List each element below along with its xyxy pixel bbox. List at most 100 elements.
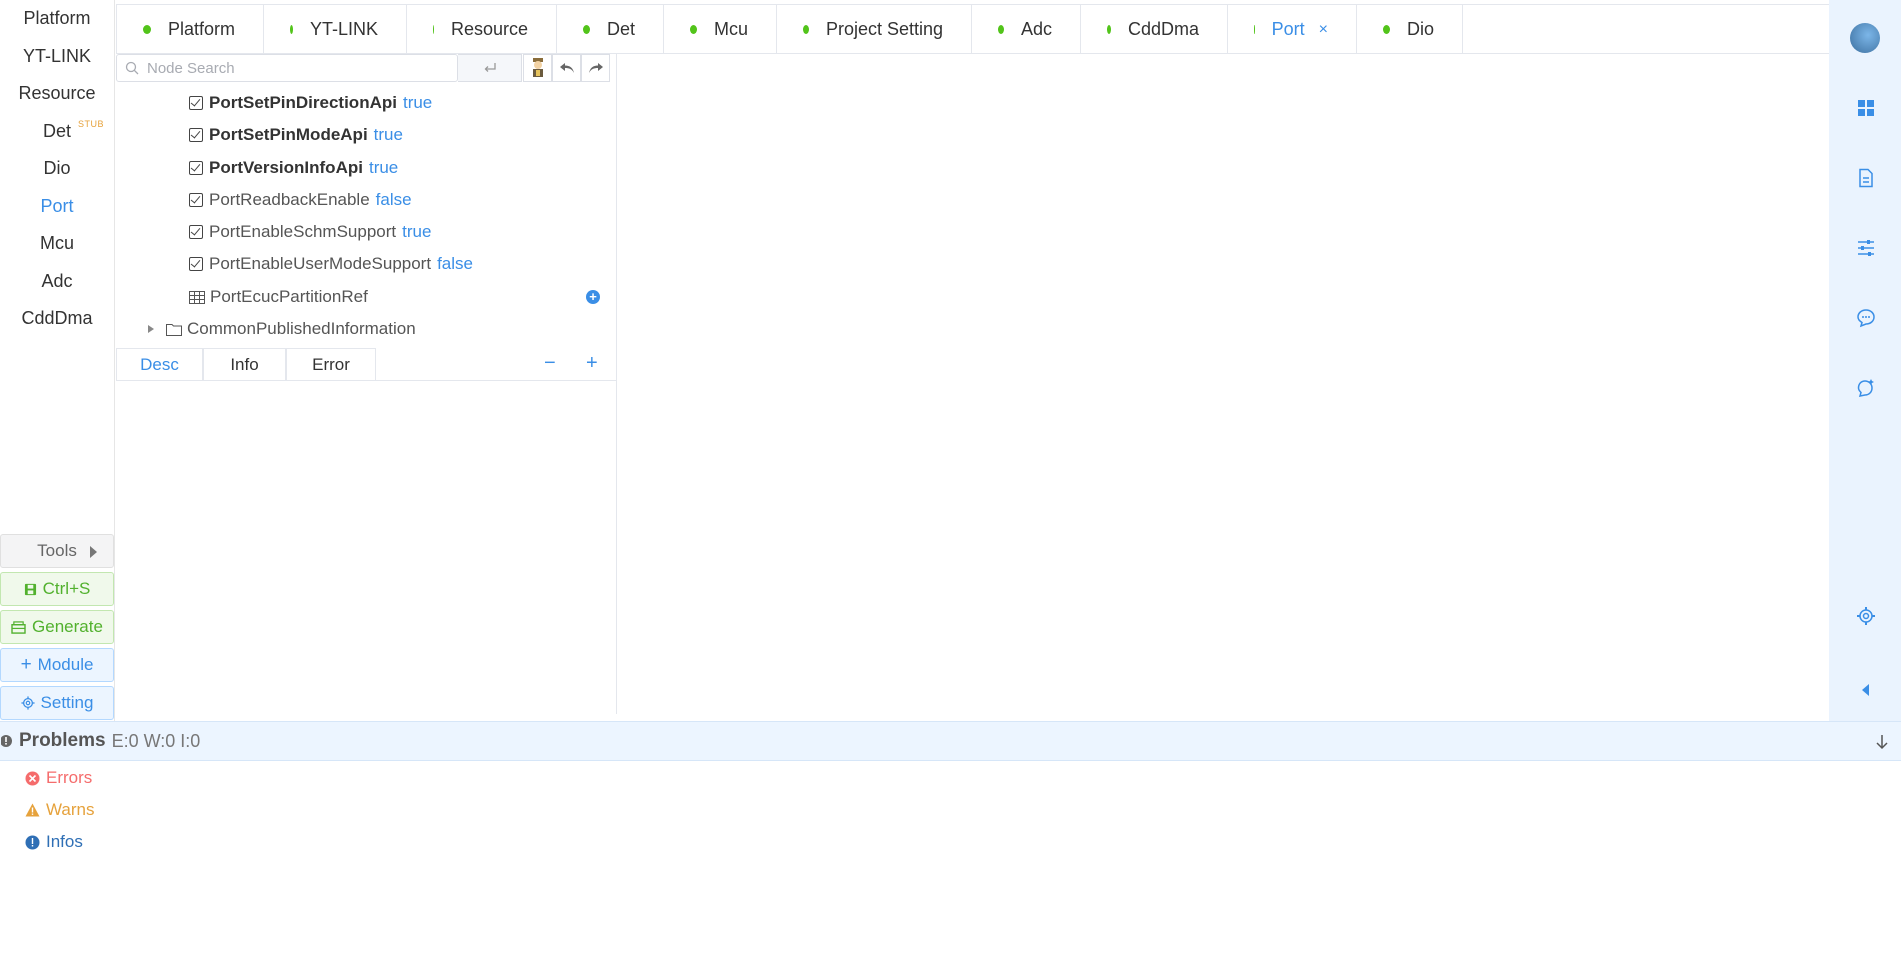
tools-button[interactable]: Tools [0, 534, 114, 568]
folder-icon [166, 323, 182, 336]
node-label: CommonPublishedInformation [187, 319, 416, 338]
sidebar-item-label: Resource [18, 83, 96, 103]
sidebar-item-det[interactable]: Det STUB [0, 113, 114, 151]
status-dot [998, 25, 1004, 34]
agent-button[interactable] [523, 54, 552, 82]
checkbox-icon[interactable] [189, 193, 203, 207]
sidebar-item-label: CddDma [21, 308, 93, 328]
checkbox-icon[interactable] [189, 257, 203, 271]
assistant-icon[interactable] [1856, 378, 1876, 398]
tab-label: Adc [1020, 19, 1052, 39]
setting-button[interactable]: Setting [0, 686, 114, 720]
sidebar-item-adc[interactable]: Adc [0, 263, 114, 301]
sidebar-item-label: Adc [41, 270, 73, 291]
sidebar-item-yt-link[interactable]: YT-LINK [0, 38, 114, 76]
problems-header[interactable]: Problems E:0 W:0 I:0 [0, 721, 1901, 761]
tree-node[interactable]: PortEnableSchmSupport true [189, 216, 431, 248]
tree-node[interactable]: PortSetPinModeApi true [189, 119, 403, 151]
checkbox-icon[interactable] [189, 161, 203, 175]
node-label: PortSetPinModeApi [209, 125, 368, 144]
sidebar-item-port[interactable]: Port [0, 188, 114, 226]
sidebar-item-cdddma[interactable]: CddDma [0, 300, 114, 338]
tab-desc[interactable]: Desc [116, 348, 203, 380]
collapse-left-icon[interactable] [1856, 680, 1876, 700]
sidebar-item-label: Mcu [39, 233, 74, 253]
collapse-button[interactable]: − [544, 352, 556, 375]
warns-item[interactable]: Warns [25, 800, 95, 820]
search-input[interactable] [145, 58, 449, 78]
grid-icon[interactable] [1856, 98, 1876, 118]
checkbox-icon[interactable] [189, 225, 203, 239]
checkbox-icon[interactable] [189, 128, 203, 142]
infos-item[interactable]: Infos [25, 832, 83, 852]
add-module-button[interactable]: + Module [0, 648, 114, 682]
warning-icon [25, 803, 40, 817]
tab-error[interactable]: Error [286, 348, 376, 380]
status-dot [803, 25, 809, 34]
expand-button[interactable]: + [586, 352, 598, 375]
gear-icon[interactable] [1856, 606, 1876, 626]
undo-button[interactable] [552, 54, 581, 82]
error-icon [25, 771, 40, 785]
redo-button[interactable] [581, 54, 610, 82]
tab-label: Platform [167, 19, 235, 39]
tab-yt-link[interactable]: YT-LINK [264, 5, 407, 54]
tab-platform[interactable]: Platform [117, 5, 264, 54]
tab-label: Det [606, 19, 635, 39]
tree-node[interactable]: PortSetPinDirectionApi true [189, 87, 432, 119]
sidebar-item-platform[interactable]: Platform [0, 0, 114, 38]
node-label: PortEnableUserModeSupport [209, 254, 432, 273]
sidebar-item-resource[interactable]: Resource [0, 75, 114, 113]
checkbox-icon[interactable] [189, 96, 203, 110]
sidebar-item-mcu[interactable]: Mcu [0, 225, 114, 263]
tab-label: Dio [1406, 19, 1434, 39]
sliders-icon[interactable] [1856, 238, 1876, 258]
problems-counts: E:0 W:0 I:0 [111, 730, 201, 751]
tree-panel: PortSetPinDirectionApi true PortSetPinMod… [116, 54, 617, 714]
tab-port[interactable]: Port × [1228, 5, 1357, 54]
caret-right-icon [90, 546, 97, 558]
caret-right-icon[interactable] [148, 325, 154, 333]
node-value: true [402, 93, 433, 112]
right-sidebar [1829, 0, 1901, 721]
detail-tabs: Desc Info Error − + [116, 348, 616, 381]
node-value: false [375, 190, 412, 209]
enter-icon [484, 63, 496, 72]
tab-mcu[interactable]: Mcu [664, 5, 777, 54]
status-dot [1383, 25, 1390, 34]
avatar[interactable] [1850, 23, 1880, 53]
tab-cdddma[interactable]: CddDma [1081, 5, 1228, 54]
robot-icon [532, 58, 543, 77]
arrow-down-icon[interactable] [1875, 734, 1889, 750]
status-dot [433, 25, 434, 34]
sidebar-item-dio[interactable]: Dio [0, 150, 114, 188]
node-label: PortVersionInfoApi [209, 158, 363, 177]
node-value: true [373, 125, 403, 144]
close-icon[interactable]: × [1319, 21, 1328, 39]
document-icon[interactable] [1856, 168, 1876, 188]
tab-info[interactable]: Info [203, 348, 286, 380]
generate-label: Generate [32, 617, 103, 636]
node-label: PortReadbackEnable [209, 190, 370, 209]
search-enter-button[interactable] [458, 54, 522, 82]
tab-label: CddDma [1127, 19, 1199, 39]
sidebar-item-label: YT-LINK [22, 45, 92, 66]
chat-icon[interactable] [1856, 308, 1876, 328]
tree-node[interactable]: PortVersionInfoApi true [189, 152, 398, 184]
add-reference-icon[interactable]: + [586, 290, 600, 304]
generate-button[interactable]: Generate [0, 610, 114, 644]
problems-title: Problems [19, 730, 106, 751]
errors-item[interactable]: Errors [25, 768, 92, 788]
tree-node[interactable]: PortEcucPartitionRef [189, 281, 368, 313]
tab-dio[interactable]: Dio [1357, 5, 1463, 54]
tab-det[interactable]: Det [557, 5, 664, 54]
table-icon [189, 290, 205, 304]
tree-node[interactable]: PortReadbackEnable false [189, 184, 412, 216]
tab-project-setting[interactable]: Project Setting [777, 5, 972, 54]
save-button[interactable]: Ctrl+S [0, 572, 114, 606]
tab-resource[interactable]: Resource [407, 5, 557, 54]
tab-adc[interactable]: Adc [972, 5, 1081, 54]
tree-node[interactable]: CommonPublishedInformation [148, 313, 416, 345]
tree-node[interactable]: PortEnableUserModeSupport false [189, 248, 473, 280]
info-icon [25, 835, 40, 849]
